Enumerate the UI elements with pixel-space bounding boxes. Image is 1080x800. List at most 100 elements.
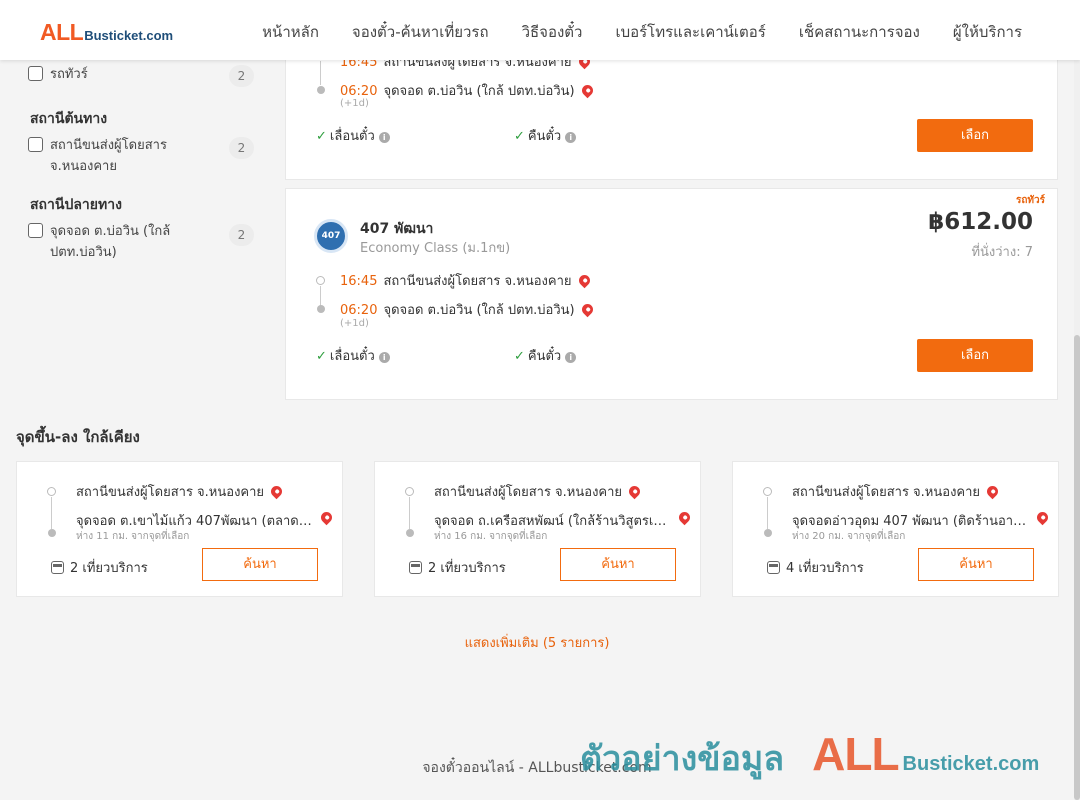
perk-refund: ✓ คืนตั๋ว i	[514, 345, 577, 366]
map-pin-icon[interactable]	[318, 509, 335, 526]
filter-destination[interactable]: จุดจอด ต.บ่อวิน (ใกล้ ปตท.บ่อวิน)	[28, 221, 208, 263]
depart-dot	[316, 276, 325, 285]
scrollbar-thumb[interactable]	[1074, 335, 1080, 800]
check-icon: ✓	[316, 349, 327, 364]
info-icon[interactable]: i	[565, 132, 577, 143]
check-icon: ✓	[514, 129, 525, 144]
route-line	[409, 497, 410, 529]
plus-day: (+1d)	[340, 318, 369, 329]
arrive-time: 06:20	[340, 303, 378, 318]
nearby-trips-label: 2 เที่ยวบริการ	[70, 561, 148, 576]
perk-reschedule: ✓ เลื่อนตั๋ว i	[316, 345, 390, 366]
map-pin-icon[interactable]	[984, 483, 999, 500]
bus-type-tag: รถทัวร์	[1015, 195, 1045, 206]
nearby-trips: 4 เที่ยวบริการ	[767, 557, 864, 578]
from-dot	[405, 487, 414, 496]
watermark-all: ALL	[812, 728, 899, 780]
route-line	[51, 497, 52, 529]
arrive-time: 06:20	[340, 84, 378, 99]
filter-bus-type-count: 2	[229, 65, 254, 87]
map-pin-icon[interactable]	[579, 301, 595, 318]
nearby-section-title: จุดขึ้น-ลง ใกล้เคียง	[16, 428, 140, 446]
route-line	[767, 497, 768, 529]
perk-refund: ✓ คืนตั๋ว i	[514, 125, 577, 146]
show-more-link[interactable]: แสดงเพิ่มเติม (5 รายการ)	[0, 632, 1074, 653]
nearby-search-button[interactable]: ค้นหา	[202, 548, 318, 581]
nearby-to: จุดจอด ต.เขาไม้แก้ว 407พัฒนา (ตลาดนัด)	[76, 514, 312, 529]
nav-check-booking[interactable]: เช็คสถานะการจอง	[799, 20, 920, 44]
arrive-stop: 06:20 จุดจอด ต.บ่อวิน (ใกล้ ปตท.บ่อวิน)	[340, 299, 595, 320]
filter-destination-count: 2	[229, 224, 254, 246]
from-dot	[47, 487, 56, 496]
trip-card: รถทัวร์ 407 407 พัฒนา Economy Class (ม.1…	[285, 188, 1058, 400]
filter-destination-label: จุดจอด ต.บ่อวิน (ใกล้ ปตท.บ่อวิน)	[50, 224, 171, 260]
perk-reschedule-label: เลื่อนตั๋ว	[329, 349, 375, 364]
nearby-search-button[interactable]: ค้นหา	[918, 548, 1034, 581]
nearby-from: สถานีขนส่งผู้โดยสาร จ.หนองคาย	[76, 481, 283, 502]
bus-icon	[767, 561, 780, 574]
watermark-site: Busticket.com	[902, 753, 1040, 775]
nav-book-search[interactable]: จองตั๋ว-ค้นหาเที่ยวรถ	[352, 20, 489, 44]
nearby-from: สถานีขนส่งผู้โดยสาร จ.หนองคาย	[792, 481, 999, 502]
map-pin-icon[interactable]	[676, 509, 693, 526]
nearby-card: สถานีขนส่งผู้โดยสาร จ.หนองคาย จุดจอด ถ.เ…	[374, 461, 701, 597]
map-pin-icon[interactable]	[576, 272, 592, 289]
nav-operators[interactable]: ผู้ให้บริการ	[953, 20, 1022, 44]
watermark-text: ตัวอย่างข้อมูล	[580, 739, 785, 779]
map-pin-icon[interactable]	[626, 483, 641, 500]
nearby-to: จุดจอด ถ.เครือสหพัฒน์ (ใกล้ร้านวิสูตรเบเ…	[434, 514, 670, 529]
map-pin-icon[interactable]	[268, 483, 283, 500]
nav-home[interactable]: หน้าหลัก	[262, 20, 319, 44]
filter-origin-count: 2	[229, 137, 254, 159]
nearby-card: สถานีขนส่งผู้โดยสาร จ.หนองคาย จุดจอดอ่าว…	[732, 461, 1059, 597]
nav-phone-counters[interactable]: เบอร์โทรและเคาน์เตอร์	[615, 20, 765, 44]
check-icon: ✓	[514, 349, 525, 364]
map-pin-icon[interactable]	[1034, 509, 1051, 526]
filter-origin[interactable]: สถานีขนส่งผู้โดยสาร จ.หนองคาย	[28, 135, 188, 177]
info-icon[interactable]: i	[565, 352, 577, 363]
to-dot	[48, 529, 56, 537]
info-icon[interactable]: i	[378, 352, 390, 363]
perk-reschedule: ✓ เลื่อนตั๋ว i	[316, 125, 390, 146]
filter-bus-type-checkbox[interactable]	[28, 66, 43, 81]
bus-icon	[409, 561, 422, 574]
to-dot	[406, 529, 414, 537]
arrive-station: จุดจอด ต.บ่อวิน (ใกล้ ปตท.บ่อวิน)	[383, 303, 575, 318]
nearby-distance: ห่าง 20 กม. จากจุดที่เลือก	[792, 531, 906, 542]
perk-refund-label: คืนตั๋ว	[527, 349, 562, 364]
top-header: ALLBusticket.com หน้าหลัก จองตั๋ว-ค้นหาเ…	[0, 0, 1080, 60]
filter-destination-checkbox[interactable]	[28, 223, 43, 238]
select-trip-button[interactable]: เลือก	[917, 119, 1033, 152]
origin-filter-title: สถานีต้นทาง	[30, 111, 108, 127]
perk-reschedule-label: เลื่อนตั๋ว	[329, 129, 375, 144]
arrive-station: จุดจอด ต.บ่อวิน (ใกล้ ปตท.บ่อวิน)	[383, 84, 575, 99]
nearby-from-label: สถานีขนส่งผู้โดยสาร จ.หนองคาย	[434, 485, 623, 500]
info-icon[interactable]: i	[378, 132, 390, 143]
depart-stop: 16:45 สถานีขนส่งผู้โดยสาร จ.หนองคาย	[340, 270, 592, 291]
bus-icon	[51, 561, 64, 574]
main-nav: หน้าหลัก จองตั๋ว-ค้นหาเที่ยวรถ วิธีจองตั…	[262, 20, 1022, 44]
operator-logo: 407	[314, 219, 348, 253]
nearby-trips-label: 2 เที่ยวบริการ	[428, 561, 506, 576]
site-logo[interactable]: ALLBusticket.com	[40, 19, 173, 46]
filter-bus-type[interactable]: รถทัวร์	[28, 64, 88, 85]
arrive-dot	[317, 86, 325, 94]
nearby-search-button[interactable]: ค้นหา	[560, 548, 676, 581]
trip-price: ฿612.00	[928, 209, 1033, 235]
filter-origin-checkbox[interactable]	[28, 137, 43, 152]
route-line	[320, 286, 321, 306]
depart-station: สถานีขนส่งผู้โดยสาร จ.หนองคาย	[383, 274, 572, 289]
plus-day: (+1d)	[340, 98, 369, 109]
nearby-trips-label: 4 เที่ยวบริการ	[786, 561, 864, 576]
route-line	[320, 61, 321, 85]
watermark: ตัวอย่างข้อมูล ALL Busticket.com	[580, 727, 1039, 785]
filter-origin-label: สถานีขนส่งผู้โดยสาร จ.หนองคาย	[50, 138, 167, 174]
arrive-stop: 06:20 จุดจอด ต.บ่อวิน (ใกล้ ปตท.บ่อวิน)	[340, 80, 595, 101]
logo-site-text: Busticket.com	[84, 28, 174, 43]
map-pin-icon[interactable]	[579, 82, 595, 99]
to-dot	[764, 529, 772, 537]
nav-how-to-book[interactable]: วิธีจองตั๋ว	[522, 20, 583, 44]
nearby-from-label: สถานีขนส่งผู้โดยสาร จ.หนองคาย	[76, 485, 265, 500]
nearby-distance: ห่าง 16 กม. จากจุดที่เลือก	[434, 531, 548, 542]
select-trip-button[interactable]: เลือก	[917, 339, 1033, 372]
